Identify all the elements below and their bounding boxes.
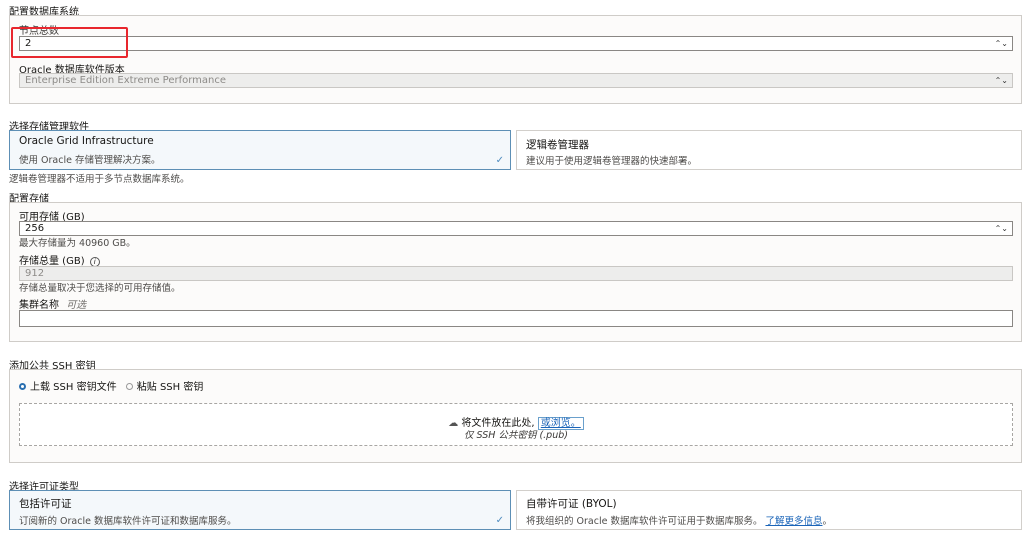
node-count-input[interactable]: 2 ⌃⌄ — [19, 36, 1013, 51]
option-license-byol[interactable]: 自带许可证 (BYOL) 将我组织的 Oracle 数据库软件许可证用于数据库服… — [516, 490, 1022, 530]
stepper-icon: ⌃⌄ — [994, 76, 1008, 85]
radio-upload-option[interactable]: 上载 SSH 密钥文件 — [19, 382, 120, 393]
total-storage-label-row: 存储总量 (GB) i — [19, 252, 100, 267]
cluster-name-label-row: 集群名称 可选 — [19, 296, 86, 311]
storage-mgmt-note: 逻辑卷管理器不适用于多节点数据库系统。 — [9, 174, 190, 185]
available-storage-value: 256 — [25, 223, 45, 234]
license-byol-desc: 将我组织的 Oracle 数据库软件许可证用于数据库服务。 — [526, 516, 763, 527]
total-storage-hint: 存储总量取决于您选择的可用存储值。 — [19, 283, 181, 294]
ssh-radio-group: 上载 SSH 密钥文件 粘贴 SSH 密钥 — [19, 378, 203, 393]
db-version-value: Enterprise Edition Extreme Performance — [25, 75, 227, 86]
checkmark-icon: ✓ — [495, 155, 504, 166]
stepper-icon[interactable]: ⌃⌄ — [995, 223, 1008, 235]
option-grid-infrastructure[interactable]: Oracle Grid Infrastructure 使用 Oracle 存储管… — [9, 130, 511, 170]
total-storage-value: 912 — [25, 268, 45, 279]
license-included-desc: 订阅新的 Oracle 数据库软件许可证和数据库服务。 — [19, 516, 237, 527]
ssh-dropzone[interactable]: ☁ 将文件放在此处, 或浏览。 仅 SSH 公共密钥 (.pub) — [19, 403, 1013, 446]
cluster-name-input[interactable] — [19, 310, 1013, 327]
available-storage-hint: 最大存储量为 40960 GB。 — [19, 238, 136, 249]
radio-unselected-icon[interactable] — [125, 382, 133, 390]
radio-paste-label: 粘贴 SSH 密钥 — [136, 382, 204, 393]
option-lvm-title: 逻辑卷管理器 — [526, 139, 589, 151]
checkmark-icon: ✓ — [495, 515, 504, 526]
total-storage-input: 912 — [19, 266, 1013, 281]
radio-upload-label: 上载 SSH 密钥文件 — [30, 382, 117, 393]
highlight-box — [11, 27, 128, 58]
license-byol-title: 自带许可证 (BYOL) — [526, 498, 617, 510]
learn-more-link[interactable]: 了解更多信息 — [765, 516, 822, 527]
db-system-panel — [9, 15, 1022, 104]
stepper-icon[interactable]: ⌃⌄ — [995, 38, 1008, 50]
radio-paste-option[interactable]: 粘贴 SSH 密钥 — [125, 382, 204, 393]
available-storage-input[interactable]: 256 ⌃⌄ — [19, 221, 1013, 236]
option-grid-desc: 使用 Oracle 存储管理解决方案。 — [19, 155, 161, 166]
dropzone-subtext: 仅 SSH 公共密钥 (.pub) — [464, 430, 568, 441]
learn-more-suffix: 。 — [822, 516, 833, 527]
license-included-title: 包括许可证 — [19, 498, 72, 510]
db-version-select[interactable]: Enterprise Edition Extreme Performance ⌃… — [19, 73, 1013, 88]
option-lvm-desc: 建议用于使用逻辑卷管理器的快速部署。 — [526, 156, 698, 167]
option-license-included[interactable]: 包括许可证 订阅新的 Oracle 数据库软件许可证和数据库服务。 ✓ — [9, 490, 511, 530]
license-byol-desc-row: 将我组织的 Oracle 数据库软件许可证用于数据库服务。 了解更多信息。 — [526, 513, 832, 527]
radio-selected-icon[interactable] — [19, 382, 26, 390]
option-grid-title: Oracle Grid Infrastructure — [19, 135, 154, 147]
option-lvm[interactable]: 逻辑卷管理器 建议用于使用逻辑卷管理器的快速部署。 — [516, 130, 1022, 170]
